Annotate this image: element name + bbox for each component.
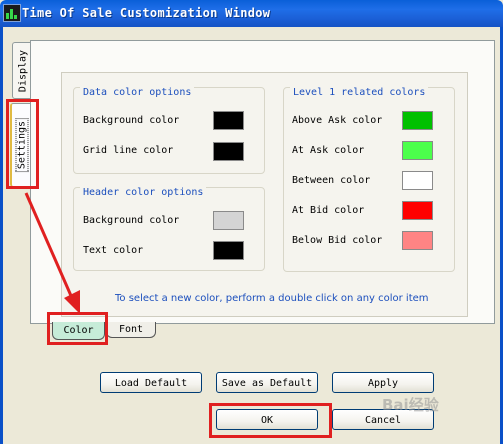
window-title: Time Of Sale Customization Window	[22, 6, 271, 20]
header-color-options-title: Header color options	[80, 187, 207, 198]
data-background-color-label: Background color	[83, 115, 180, 126]
load-default-button[interactable]: Load Default	[100, 372, 202, 393]
between-color-swatch[interactable]	[402, 171, 433, 190]
above-ask-color-label: Above Ask color	[292, 115, 383, 126]
annotation-color-tab-box	[47, 312, 108, 345]
chart-app-icon	[3, 4, 21, 22]
tab-display-label: Display	[17, 49, 28, 92]
between-color-label: Between color	[292, 175, 371, 186]
data-color-options-title: Data color options	[80, 87, 195, 98]
at-ask-color-swatch[interactable]	[402, 141, 433, 160]
below-bid-color-label: Below Bid color	[292, 235, 383, 246]
at-bid-color-swatch[interactable]	[402, 201, 433, 220]
data-background-color-swatch[interactable]	[213, 111, 244, 130]
apply-button[interactable]: Apply	[332, 372, 434, 393]
header-text-color-swatch[interactable]	[213, 241, 244, 260]
annotation-settings-box	[6, 99, 39, 189]
header-background-color-label: Background color	[83, 215, 180, 226]
save-as-default-button[interactable]: Save as Default	[216, 372, 318, 393]
at-ask-color-label: At Ask color	[292, 145, 365, 156]
annotation-ok-box	[209, 403, 332, 438]
level1-colors-title: Level 1 related colors	[290, 87, 429, 98]
grid-line-color-label: Grid line color	[83, 145, 174, 156]
watermark-logo: Bai经验	[382, 396, 439, 414]
header-background-color-swatch[interactable]	[213, 211, 244, 230]
grid-line-color-swatch[interactable]	[213, 142, 244, 161]
header-text-color-label: Text color	[83, 245, 144, 256]
window-frame-left	[0, 27, 3, 444]
at-bid-color-label: At Bid color	[292, 205, 365, 216]
window-title-bar[interactable]: Time Of Sale Customization Window	[0, 0, 503, 27]
below-bid-color-swatch[interactable]	[402, 231, 433, 250]
above-ask-color-swatch[interactable]	[402, 111, 433, 130]
tab-font[interactable]: Font	[106, 322, 156, 338]
color-hint-text: To select a new color, perform a double …	[115, 293, 429, 304]
tab-display[interactable]: Display	[12, 42, 32, 99]
